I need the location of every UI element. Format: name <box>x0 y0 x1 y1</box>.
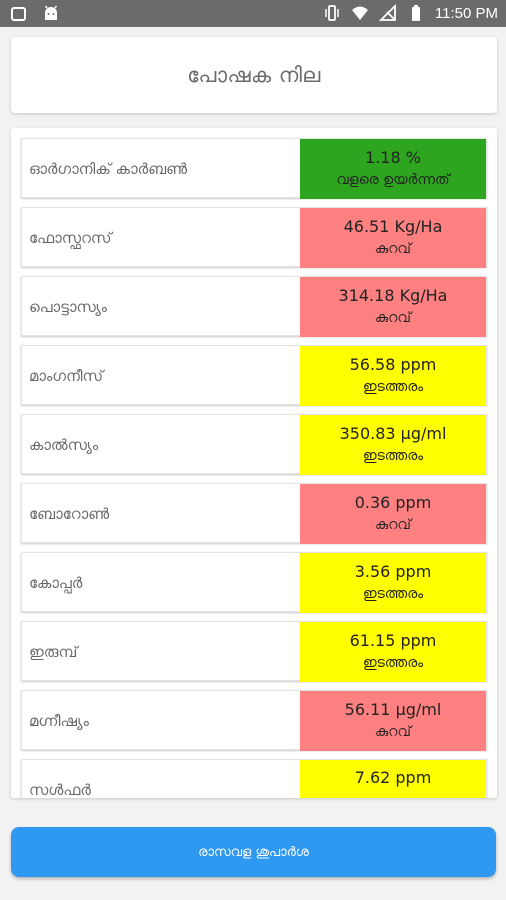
nutrient-name: മാംഗനീസ് <box>29 367 104 385</box>
nutrient-row: ഓർഗാനിക് കാർബൺ 1.18 % വളരെ ഉയർന്നത് <box>21 138 487 199</box>
status-time: 11:50 PM <box>434 4 498 22</box>
nutrient-row: കാൽസ്യം 350.83 µg/ml ഇടത്തരം <box>21 414 487 475</box>
nutrient-value: 0.36 ppm <box>354 493 432 512</box>
nutrient-name: ഓർഗാനിക് കാർബൺ <box>29 160 188 178</box>
nutrient-value-cell: 0.36 ppm കുറവ് <box>300 484 486 544</box>
nutrient-row: സൾഫർ 7.62 ppm <box>21 759 487 798</box>
nutrient-value-cell: 314.18 Kg/Ha കുറവ് <box>300 277 486 337</box>
nutrient-level: ഇടത്തരം <box>362 379 424 395</box>
notification-square-icon <box>11 7 26 21</box>
nutrient-value-cell: 56.58 ppm ഇടത്തരം <box>300 346 486 406</box>
nutrient-value-cell: 56.11 µg/ml കുറവ് <box>300 691 486 751</box>
nutrient-name: പൊട്ടാസ്യം <box>29 298 108 316</box>
nutrient-level: കുറവ് <box>375 517 411 533</box>
nutrient-row: ഇരുമ്പ് 61.15 ppm ഇടത്തരം <box>21 621 487 682</box>
status-bar: 11:50 PM <box>0 0 506 27</box>
nutrient-list[interactable]: ഓർഗാനിക് കാർബൺ 1.18 % വളരെ ഉയർന്നത് ഫോസ്… <box>11 128 497 798</box>
page-title: പോഷക നില <box>187 62 321 87</box>
nutrient-value: 61.15 ppm <box>349 631 437 650</box>
nutrient-name: ഇരുമ്പ് <box>29 643 78 661</box>
nutrient-row: മാംഗനീസ് 56.58 ppm ഇടത്തരം <box>21 345 487 406</box>
nutrient-level: വളരെ ഉയർന്നത് <box>336 172 450 188</box>
nutrient-value: 46.51 Kg/Ha <box>343 217 443 236</box>
nutrient-value-cell: 3.56 ppm ഇടത്തരം <box>300 553 486 613</box>
nutrient-value-cell: 1.18 % വളരെ ഉയർന്നത് <box>300 139 486 199</box>
nutrient-name: സൾഫർ <box>29 781 91 798</box>
nutrient-level: കുറവ് <box>375 310 411 326</box>
nutrient-name: മഗ്നീഷ്യം <box>29 712 89 730</box>
wifi-icon <box>351 6 368 20</box>
nutrient-value-cell: 46.51 Kg/Ha കുറവ് <box>300 208 486 268</box>
nutrient-level: ഇടത്തരം <box>362 655 424 671</box>
battery-icon <box>411 5 420 21</box>
nutrient-row: കോപ്പർ 3.56 ppm ഇടത്തരം <box>21 552 487 613</box>
nutrient-level: ഇടത്തരം <box>362 586 424 602</box>
android-icon <box>44 5 58 20</box>
no-signal-icon <box>378 4 396 21</box>
nutrient-value-cell: 7.62 ppm <box>300 760 486 798</box>
nutrient-name: ഫോസ്ഫറസ് <box>29 229 112 247</box>
nutrient-value: 314.18 Kg/Ha <box>338 286 448 305</box>
nutrient-value: 7.62 ppm <box>354 768 432 787</box>
nutrient-name: ബോറോൺ <box>29 505 110 523</box>
nutrient-name: കാൽസ്യം <box>29 436 99 454</box>
nutrient-level: കുറവ് <box>375 241 411 257</box>
fertilizer-recommendation-label: രാസവള ശുപാർശ <box>198 844 309 860</box>
nutrient-value: 3.56 ppm <box>354 562 432 581</box>
nutrient-value-cell: 350.83 µg/ml ഇടത്തരം <box>300 415 486 475</box>
nutrient-row: പൊട്ടാസ്യം 314.18 Kg/Ha കുറവ് <box>21 276 487 337</box>
nutrient-value: 350.83 µg/ml <box>339 424 447 443</box>
nutrient-value: 1.18 % <box>365 148 421 167</box>
nutrient-row: മഗ്നീഷ്യം 56.11 µg/ml കുറവ് <box>21 690 487 751</box>
nutrient-row: ബോറോൺ 0.36 ppm കുറവ് <box>21 483 487 544</box>
page-title-card: പോഷക നില <box>11 37 497 113</box>
nutrient-value-cell: 61.15 ppm ഇടത്തരം <box>300 622 486 682</box>
nutrient-value: 56.58 ppm <box>349 355 437 374</box>
nutrient-value: 56.11 µg/ml <box>344 700 442 719</box>
nutrient-level: കുറവ് <box>375 724 411 740</box>
nutrient-level: ഇടത്തരം <box>362 448 424 464</box>
fertilizer-recommendation-button[interactable]: രാസവള ശുപാർശ <box>11 827 496 877</box>
vibrate-icon <box>325 5 339 21</box>
nutrient-row: ഫോസ്ഫറസ് 46.51 Kg/Ha കുറവ് <box>21 207 487 268</box>
nutrient-name: കോപ്പർ <box>29 574 83 592</box>
